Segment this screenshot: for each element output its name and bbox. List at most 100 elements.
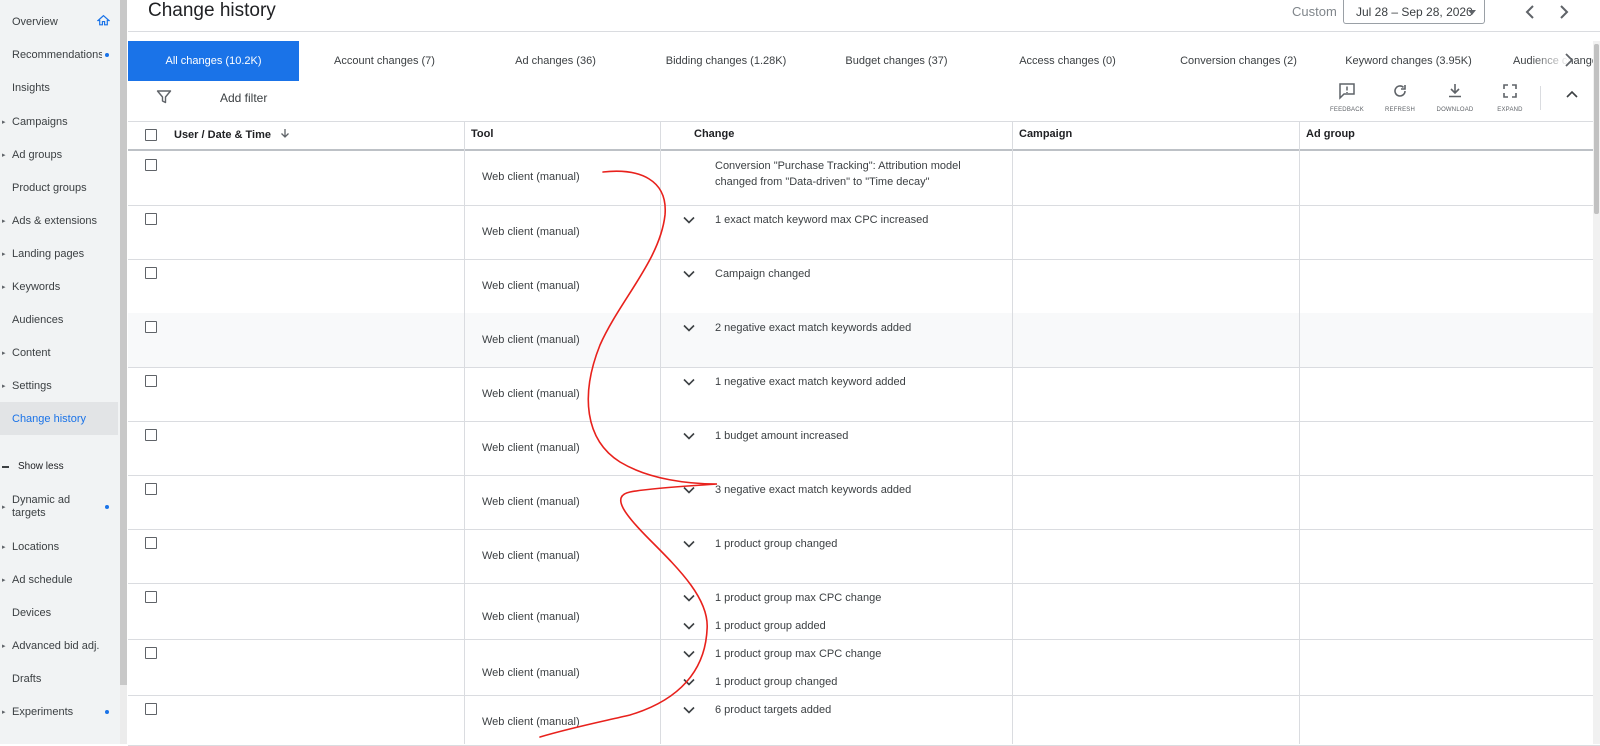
chevron-down-icon[interactable] — [683, 378, 695, 386]
sidebar-item-settings[interactable]: ▸ Settings — [0, 369, 118, 402]
show-less-button[interactable]: Show less — [0, 450, 118, 483]
expand-arrow-icon[interactable]: ▸ — [2, 576, 6, 584]
expand-arrow-icon[interactable]: ▸ — [2, 118, 6, 126]
chevron-down-icon[interactable] — [683, 650, 695, 658]
sidebar-item-audiences[interactable]: Audiences — [0, 303, 118, 336]
sidebar-item-label: Ad groups — [12, 148, 63, 161]
table-row[interactable]: Web client (manual) Conversion "Purchase … — [128, 151, 1600, 206]
table-row[interactable]: Web client (manual) 1 exact match keyword… — [128, 205, 1600, 260]
row-checkbox[interactable] — [145, 321, 157, 333]
row-checkbox[interactable] — [145, 159, 157, 171]
tab-budget-changes[interactable]: Budget changes (37) — [811, 41, 982, 81]
select-all-checkbox[interactable] — [145, 129, 157, 141]
table-row[interactable]: Web client (manual) 1 product group chang… — [128, 529, 1600, 584]
chevron-down-icon[interactable] — [683, 594, 695, 602]
sidebar-item-ads-extensions[interactable]: ▸ Ads & extensions — [0, 204, 118, 237]
chevron-down-icon[interactable] — [683, 324, 695, 332]
sidebar-item-advanced-bid-adj[interactable]: ▸ Advanced bid adj. — [0, 629, 118, 662]
tab-all-changes[interactable]: All changes (10.2K) — [128, 41, 299, 81]
chevron-down-icon[interactable] — [683, 216, 695, 224]
row-checkbox[interactable] — [145, 375, 157, 387]
sidebar-item-keywords[interactable]: ▸ Keywords — [0, 270, 118, 303]
tab-ad-changes[interactable]: Ad changes (36) — [470, 41, 641, 81]
row-checkbox[interactable] — [145, 267, 157, 279]
row-checkbox[interactable] — [145, 647, 157, 659]
refresh-button[interactable]: REFRESH — [1375, 82, 1425, 113]
home-icon[interactable] — [97, 14, 110, 27]
expand-arrow-icon[interactable]: ▸ — [2, 503, 6, 511]
chevron-down-icon[interactable] — [683, 622, 695, 630]
tab-conversion-changes[interactable]: Conversion changes (2) — [1153, 41, 1324, 81]
column-header-user[interactable]: User / Date & Time — [174, 128, 290, 141]
table-row[interactable]: Web client (manual) 1 product group max C… — [128, 583, 1600, 640]
row-checkbox[interactable] — [145, 213, 157, 225]
tabs-scroll-right-icon[interactable] — [1564, 53, 1574, 67]
tool-cell: Web client (manual) — [482, 388, 580, 400]
table-row[interactable]: Web client (manual) 6 product targets add… — [128, 695, 1600, 746]
expand-arrow-icon[interactable]: ▸ — [2, 217, 6, 225]
tab-bidding-changes[interactable]: Bidding changes (1.28K) — [641, 41, 811, 81]
table-row[interactable]: Web client (manual) Campaign changed — [128, 259, 1600, 314]
expand-arrow-icon[interactable]: ▸ — [2, 349, 6, 357]
table-row[interactable]: Web client (manual) 1 negative exact matc… — [128, 367, 1600, 422]
sidebar-item-recommendations[interactable]: Recommendations — [0, 38, 118, 71]
row-checkbox[interactable] — [145, 591, 157, 603]
table-row[interactable]: Web client (manual) 2 negative exact matc… — [128, 313, 1600, 368]
chevron-down-icon[interactable] — [683, 678, 695, 686]
table-scrollbar-thumb[interactable] — [1594, 44, 1599, 214]
column-header-ad-group[interactable]: Ad group — [1306, 128, 1355, 140]
sidebar-item-insights[interactable]: Insights — [0, 71, 118, 104]
tab-keyword-changes[interactable]: Keyword changes (3.95K) — [1324, 41, 1493, 81]
chevron-down-icon[interactable] — [683, 432, 695, 440]
table-row[interactable]: Web client (manual) 3 negative exact matc… — [128, 475, 1600, 530]
sidebar-item-landing-pages[interactable]: ▸ Landing pages — [0, 237, 118, 270]
expand-arrow-icon[interactable]: ▸ — [2, 382, 6, 390]
chevron-left-icon[interactable] — [1523, 4, 1537, 20]
row-checkbox[interactable] — [145, 429, 157, 441]
feedback-button[interactable]: FEEDBACK — [1322, 82, 1372, 113]
sidebar-item-locations[interactable]: ▸ Locations — [0, 530, 118, 563]
chevron-down-icon[interactable] — [683, 486, 695, 494]
expand-arrow-icon[interactable]: ▸ — [2, 151, 6, 159]
expand-arrow-icon[interactable]: ▸ — [2, 642, 6, 650]
table-row[interactable]: Web client (manual) 1 budget amount incre… — [128, 421, 1600, 476]
download-button[interactable]: DOWNLOAD — [1430, 82, 1480, 113]
chevron-down-icon[interactable] — [683, 706, 695, 714]
expand-arrow-icon[interactable]: ▸ — [2, 708, 6, 716]
sidebar-item-content[interactable]: ▸ Content — [0, 336, 118, 369]
sidebar-item-product-groups[interactable]: Product groups — [0, 171, 118, 204]
sidebar-item-ad-groups[interactable]: ▸ Ad groups — [0, 138, 118, 171]
expand-arrow-icon[interactable]: ▸ — [2, 543, 6, 551]
sidebar-scrollbar-thumb[interactable] — [120, 0, 127, 685]
expand-arrow-icon[interactable]: ▸ — [2, 250, 6, 258]
sort-descending-icon[interactable] — [280, 128, 290, 139]
add-filter-button[interactable]: Add filter — [220, 91, 267, 105]
row-checkbox[interactable] — [145, 703, 157, 715]
sidebar-item-label: Insights — [12, 81, 50, 94]
sidebar-item-drafts[interactable]: Drafts — [0, 662, 118, 695]
sidebar-item-dynamic-ad[interactable]: ▸ Dynamic ad targets — [0, 490, 118, 524]
sidebar-item-ad-schedule[interactable]: ▸ Ad schedule — [0, 563, 118, 596]
row-checkbox[interactable] — [145, 537, 157, 549]
sidebar-item-change-history[interactable]: Change history — [0, 402, 118, 435]
sidebar-item-devices[interactable]: Devices — [0, 596, 118, 629]
sidebar-item-campaigns[interactable]: ▸ Campaigns — [0, 105, 118, 138]
column-header-tool[interactable]: Tool — [471, 128, 493, 140]
tool-cell: Web client (manual) — [482, 280, 580, 292]
expand-arrow-icon[interactable]: ▸ — [2, 283, 6, 291]
chevron-up-icon[interactable] — [1565, 88, 1579, 100]
tab-account-changes[interactable]: Account changes (7) — [299, 41, 470, 81]
filter-icon[interactable] — [156, 89, 172, 105]
sidebar-item-label: Audiences — [12, 313, 64, 326]
column-header-change[interactable]: Change — [694, 128, 734, 140]
row-checkbox[interactable] — [145, 483, 157, 495]
expand-button[interactable]: EXPAND — [1485, 82, 1535, 113]
date-range-picker[interactable]: Jul 28 – Sep 28, 2020 — [1343, 0, 1485, 24]
table-row[interactable]: Web client (manual) 1 product group max C… — [128, 639, 1600, 696]
chevron-right-icon[interactable] — [1557, 4, 1571, 20]
chevron-down-icon[interactable] — [683, 270, 695, 278]
sidebar-item-experiments[interactable]: ▸ Experiments — [0, 695, 118, 728]
column-header-campaign[interactable]: Campaign — [1019, 128, 1072, 140]
chevron-down-icon[interactable] — [683, 540, 695, 548]
tab-access-changes[interactable]: Access changes (0) — [982, 41, 1153, 81]
